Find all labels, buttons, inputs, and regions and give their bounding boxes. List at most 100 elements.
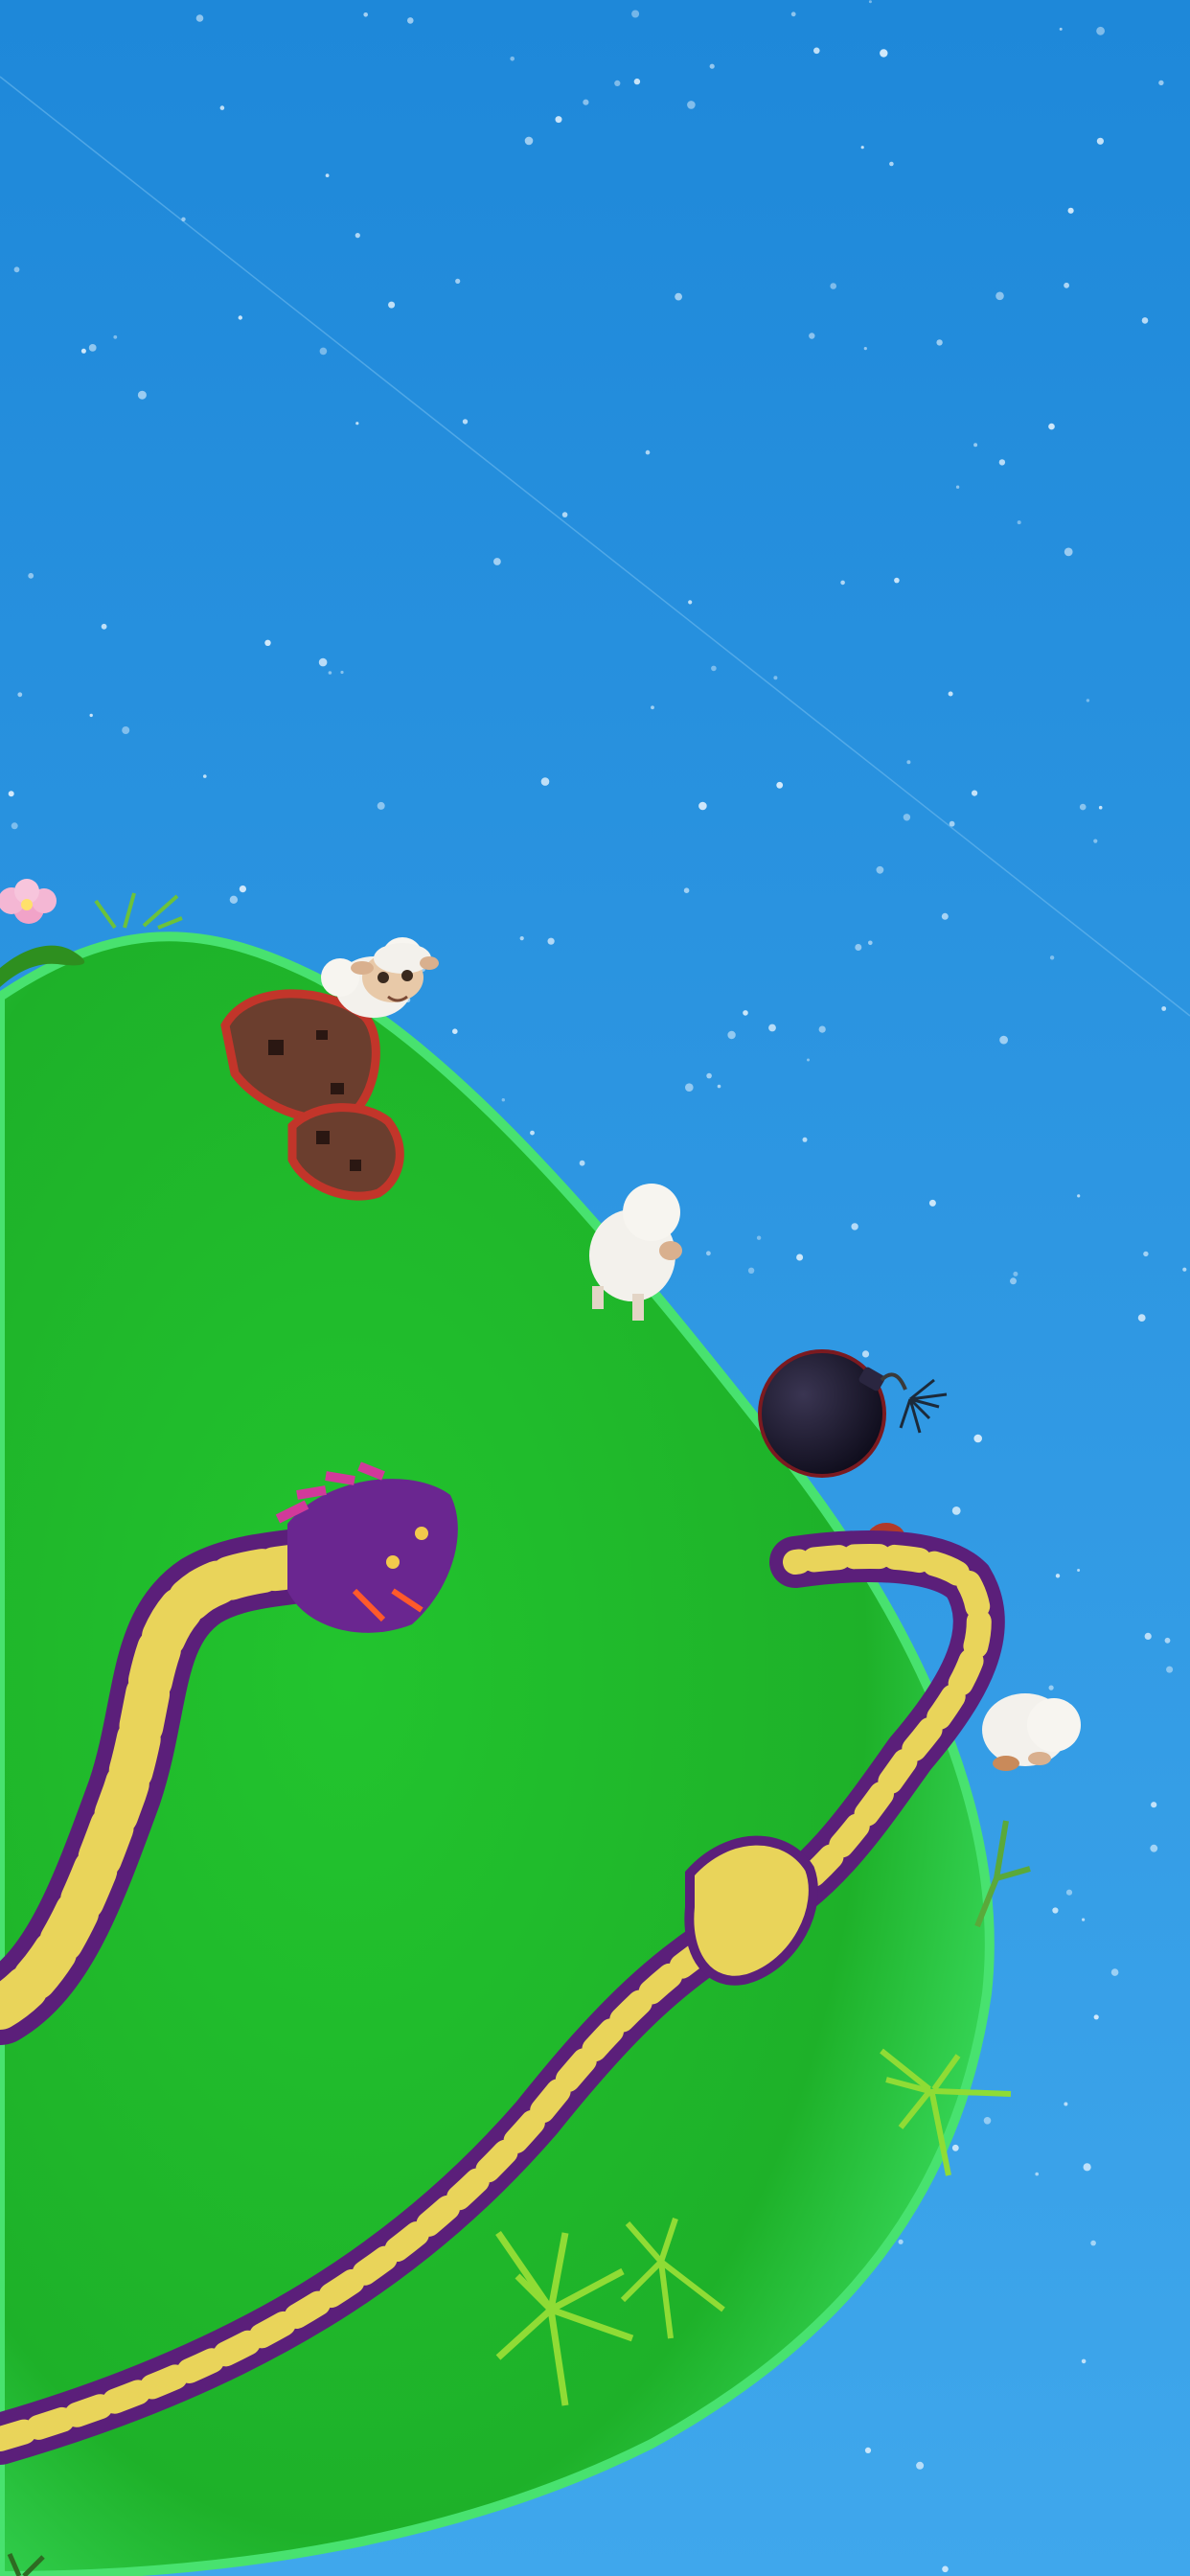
star <box>633 78 641 85</box>
star <box>951 2144 959 2151</box>
star <box>462 419 469 425</box>
star <box>1164 1637 1171 1644</box>
star <box>1081 2358 1087 2364</box>
star <box>452 1028 458 1034</box>
star <box>1090 2240 1096 2246</box>
star <box>1110 1968 1119 1976</box>
star <box>717 1084 721 1089</box>
star <box>219 105 225 110</box>
star <box>855 944 862 951</box>
star <box>998 459 1006 466</box>
star <box>645 449 651 455</box>
star <box>898 2239 904 2244</box>
star <box>1098 805 1103 810</box>
star <box>1010 1277 1017 1285</box>
star <box>555 116 562 124</box>
star <box>1082 1918 1086 1921</box>
star <box>113 334 118 339</box>
star <box>941 912 949 920</box>
star <box>1064 547 1073 557</box>
star <box>328 671 332 675</box>
star <box>319 347 328 356</box>
star <box>524 136 534 146</box>
star <box>122 726 130 734</box>
star <box>802 1137 808 1142</box>
star <box>1151 1802 1157 1808</box>
star <box>1144 1632 1152 1640</box>
star <box>973 1434 982 1443</box>
star <box>709 63 715 69</box>
star <box>510 57 515 61</box>
star <box>983 2117 992 2125</box>
star <box>493 558 501 565</box>
star <box>1067 207 1074 214</box>
star <box>796 1254 804 1261</box>
star <box>889 161 894 167</box>
star <box>1096 137 1104 145</box>
star <box>519 936 524 941</box>
star <box>868 940 873 946</box>
star <box>906 760 911 765</box>
star <box>999 1035 1008 1045</box>
star <box>864 2447 872 2453</box>
star <box>1013 1271 1018 1276</box>
star <box>614 80 621 86</box>
star <box>706 1251 711 1256</box>
star <box>928 1199 936 1207</box>
star <box>1093 2014 1099 2020</box>
star <box>743 1010 748 1016</box>
star <box>1086 699 1090 702</box>
star <box>851 1223 858 1230</box>
star <box>861 1350 870 1358</box>
star <box>388 301 396 309</box>
star <box>561 512 568 518</box>
star <box>756 1235 762 1240</box>
star <box>264 639 271 646</box>
star <box>1059 27 1063 31</box>
star <box>807 1058 810 1062</box>
star <box>860 146 864 150</box>
star <box>1055 1574 1061 1578</box>
star <box>651 705 654 710</box>
star <box>868 0 872 4</box>
star <box>809 333 815 339</box>
star <box>89 713 93 718</box>
star <box>377 801 385 810</box>
star <box>325 173 330 178</box>
star <box>8 791 14 797</box>
star <box>1048 423 1055 430</box>
star <box>1096 26 1105 35</box>
star <box>137 390 147 400</box>
star <box>1083 2163 1091 2172</box>
game-scene[interactable] <box>0 0 1190 2576</box>
star <box>101 623 107 630</box>
star <box>942 2565 949 2573</box>
star <box>501 1098 505 1102</box>
star <box>973 443 978 448</box>
star <box>790 12 796 17</box>
star <box>540 777 550 786</box>
star <box>711 665 717 672</box>
star <box>951 1506 961 1515</box>
star <box>1065 1889 1073 1896</box>
star <box>1049 955 1055 960</box>
star <box>698 801 707 811</box>
star <box>949 820 955 827</box>
star <box>1166 1666 1174 1673</box>
star <box>995 291 1004 301</box>
star <box>1150 1844 1158 1852</box>
star <box>455 278 461 284</box>
star <box>687 101 696 109</box>
star <box>876 865 884 874</box>
star <box>1079 803 1087 811</box>
star <box>13 266 20 273</box>
star <box>547 937 555 945</box>
star <box>318 657 328 667</box>
star <box>355 422 359 426</box>
star <box>727 1030 736 1040</box>
star <box>1017 520 1021 525</box>
star <box>17 692 23 698</box>
star <box>830 283 836 289</box>
star <box>840 580 845 586</box>
star <box>238 315 242 320</box>
